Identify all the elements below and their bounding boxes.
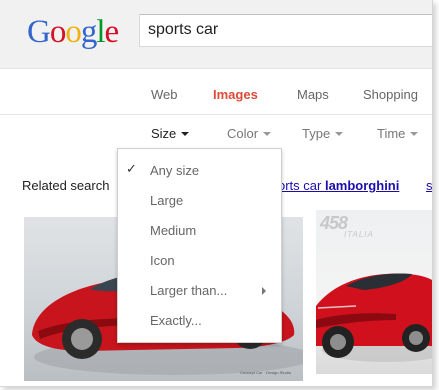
related-link-prefix: orts car — [278, 178, 325, 193]
size-filter-button[interactable]: Size — [151, 126, 190, 141]
tab-maps[interactable]: Maps — [297, 87, 329, 102]
menu-item-label: Medium — [150, 223, 197, 238]
search-input[interactable] — [148, 21, 428, 39]
caret-down-icon — [181, 131, 190, 136]
tab-shopping[interactable]: Shopping — [363, 87, 418, 102]
related-searches-label: Related search — [22, 178, 110, 193]
checkmark-icon: ✓ — [126, 161, 137, 176]
browser-frame: Google Web Images Maps Shopping Size Col… — [0, 0, 433, 387]
color-filter-button[interactable]: Color — [227, 126, 272, 141]
related-search-link[interactable]: orts car lamborghini — [278, 178, 399, 193]
related-search-link-text[interactable]: orts car lamborghini — [278, 178, 399, 193]
google-logo[interactable]: Google — [27, 12, 120, 52]
color-filter-label: Color — [227, 126, 259, 141]
menu-item-label: Larger than... — [150, 283, 228, 298]
menu-item-larger-than[interactable]: Larger than... — [118, 275, 281, 305]
logo-letter: l — [96, 14, 105, 50]
size-filter-label: Size — [151, 126, 177, 141]
type-filter-button[interactable]: Type — [302, 126, 344, 141]
search-box — [139, 14, 432, 47]
image-caption: Concept Car · Design Studio — [240, 370, 291, 375]
menu-item-medium[interactable]: Medium — [118, 215, 281, 245]
logo-letter: G — [27, 14, 51, 50]
caret-down-icon — [263, 131, 272, 136]
ferrari-car-image — [316, 273, 432, 362]
caret-down-icon — [410, 131, 419, 136]
model-badge: 458 — [320, 213, 348, 233]
size-dropdown-menu: ✓ Any size Large Medium Icon Larger than… — [117, 148, 282, 343]
image-result-thumbnail[interactable]: 458 ITALIA — [316, 210, 432, 374]
caret-down-icon — [335, 131, 344, 136]
tab-images[interactable]: Images — [213, 87, 258, 102]
menu-item-label: Any size — [150, 163, 200, 178]
menu-item-large[interactable]: Large — [118, 185, 281, 215]
logo-letter: e — [104, 14, 120, 50]
menu-item-label: Exactly... — [150, 313, 202, 328]
related-link-bold: lamborghini — [324, 178, 400, 193]
search-tabs: Web Images Maps Shopping — [0, 69, 432, 115]
menu-item-any-size[interactable]: ✓ Any size — [118, 155, 281, 185]
logo-letter: o — [65, 14, 81, 50]
menu-item-label: Icon — [150, 253, 175, 268]
tab-web[interactable]: Web — [151, 87, 178, 102]
model-badge-sub: ITALIA — [344, 230, 374, 239]
time-filter-label: Time — [377, 126, 406, 141]
menu-item-label: Large — [150, 193, 184, 208]
time-filter-button[interactable]: Time — [377, 126, 419, 141]
menu-item-icon[interactable]: Icon — [118, 245, 281, 275]
logo-letter: g — [80, 14, 97, 50]
menu-item-exactly[interactable]: Exactly... — [118, 305, 281, 335]
search-header: Google — [0, 0, 432, 69]
submenu-arrow-icon — [262, 287, 266, 295]
type-filter-label: Type — [302, 126, 331, 141]
related-search-link-next[interactable]: s — [426, 178, 432, 193]
logo-letter: o — [49, 14, 66, 50]
